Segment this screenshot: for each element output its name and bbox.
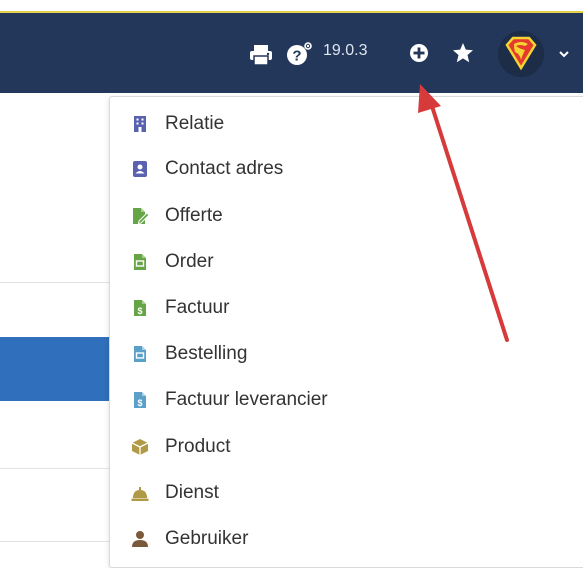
concierge-bell-icon	[131, 487, 149, 501]
file-purchase-icon	[134, 346, 146, 362]
superman-logo-icon	[498, 31, 544, 77]
svg-text:$: $	[137, 398, 142, 408]
menu-item-factuur-leverancier[interactable]: $ Factuur leverancier	[110, 380, 580, 420]
file-invoice-dollar-icon: $	[134, 392, 146, 408]
help-icon[interactable]: ?	[286, 41, 316, 67]
address-card-icon	[133, 161, 147, 177]
menu-item-offerte[interactable]: Offerte	[110, 196, 580, 236]
quick-add-dropdown: Relatie Contact adres Offerte Order $ Fa…	[109, 96, 583, 568]
svg-text:?: ?	[292, 48, 301, 65]
top-navbar: ? 19.0.3	[0, 13, 583, 93]
chevron-down-icon[interactable]	[558, 49, 570, 59]
menu-item-label: Factuur leverancier	[165, 389, 328, 410]
menu-item-label: Relatie	[165, 113, 225, 134]
avatar[interactable]	[498, 31, 544, 77]
building-icon	[134, 116, 146, 132]
file-order-icon	[134, 254, 146, 270]
printer-icon[interactable]	[249, 44, 273, 66]
menu-item-bestelling[interactable]: Bestelling	[110, 334, 580, 374]
file-invoice-dollar-icon: $	[134, 300, 146, 316]
menu-item-label: Contact adres	[165, 158, 284, 179]
menu-item-product[interactable]: Product	[110, 427, 580, 467]
menu-item-factuur[interactable]: $ Factuur	[110, 288, 580, 328]
menu-item-dienst[interactable]: Dienst	[110, 473, 580, 513]
star-icon[interactable]	[452, 42, 474, 64]
selected-row-background	[0, 337, 110, 401]
user-icon	[132, 531, 148, 547]
menu-item-label: Offerte	[165, 205, 223, 226]
menu-item-label: Factuur	[165, 297, 230, 318]
menu-item-label: Order	[165, 251, 214, 272]
plus-circle-icon[interactable]	[409, 43, 429, 63]
divider	[0, 468, 110, 469]
file-signature-icon	[133, 208, 149, 225]
menu-item-label: Dienst	[165, 482, 219, 503]
menu-item-gebruiker[interactable]: Gebruiker	[110, 519, 580, 559]
version-label: 19.0.3	[323, 42, 368, 59]
menu-item-label: Product	[165, 436, 231, 457]
menu-item-label: Bestelling	[165, 343, 248, 364]
svg-text:$: $	[137, 306, 142, 316]
cube-icon	[131, 439, 149, 455]
menu-item-label: Gebruiker	[165, 528, 249, 549]
menu-item-order[interactable]: Order	[110, 242, 580, 282]
menu-item-relatie[interactable]: Relatie	[110, 104, 580, 144]
divider	[0, 541, 110, 542]
menu-item-contact-adres[interactable]: Contact adres	[110, 149, 580, 189]
divider	[0, 282, 110, 283]
